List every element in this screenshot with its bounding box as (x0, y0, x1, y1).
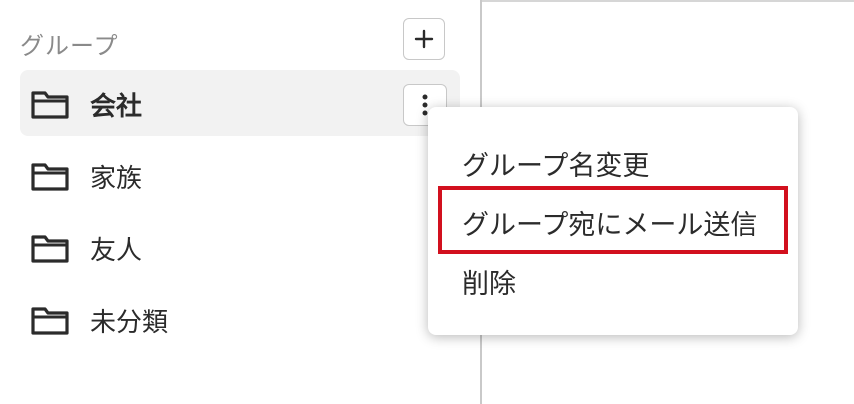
top-divider (482, 0, 854, 2)
menu-item-label: 削除 (462, 269, 516, 300)
folder-icon (31, 91, 69, 119)
menu-item-rename-group[interactable]: グループ名変更 (438, 127, 788, 195)
menu-item-label: グループ宛にメール送信 (462, 210, 758, 241)
folder-icon (31, 235, 69, 263)
group-item-company[interactable]: 会社 (20, 70, 460, 136)
group-item-uncategorized[interactable]: 未分類 (20, 286, 460, 352)
groups-title: グループ (20, 32, 119, 60)
folder-icon (31, 163, 69, 191)
add-group-button[interactable] (403, 18, 445, 60)
groups-header: グループ (20, 18, 450, 60)
menu-item-email-group[interactable]: グループ宛にメール送信 (438, 186, 788, 254)
group-label: 会社 (90, 92, 143, 122)
menu-item-label: グループ名変更 (462, 151, 650, 182)
group-item-friends[interactable]: 友人 (20, 214, 460, 280)
group-label: 家族 (90, 164, 143, 194)
plus-icon (414, 29, 434, 49)
folder-icon (31, 307, 69, 335)
menu-item-delete[interactable]: 削除 (438, 245, 788, 313)
group-label: 未分類 (90, 308, 169, 338)
group-item-family[interactable]: 家族 (20, 142, 460, 208)
groups-sidebar: グループ 会社 家族 友人 未分類 (0, 0, 480, 404)
group-label: 友人 (90, 236, 143, 266)
group-context-menu: グループ名変更 グループ宛にメール送信 削除 (428, 107, 798, 335)
